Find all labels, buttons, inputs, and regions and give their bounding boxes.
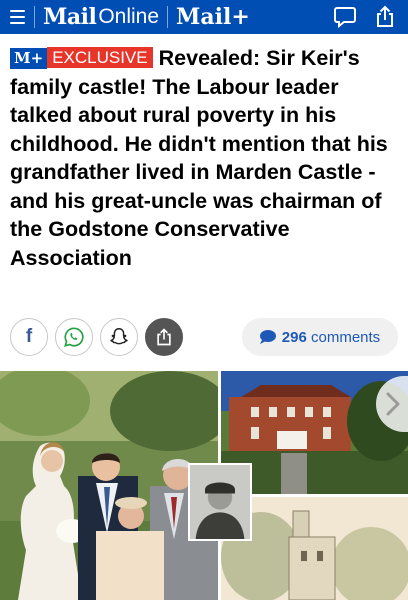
comments-count: 296: [281, 328, 307, 346]
whatsapp-icon: [64, 327, 84, 347]
comments-button[interactable]: 296 comments: [242, 318, 398, 356]
exclusive-badge: EXCLUSIVE: [47, 47, 153, 68]
mailonline-logo-mail[interactable]: Mail: [43, 4, 97, 30]
article-image-collage[interactable]: [0, 371, 408, 600]
share-icon[interactable]: [372, 4, 398, 30]
grandfather-portrait-inset[interactable]: [188, 463, 252, 541]
top-nav-bar: Mail Online Mail+: [0, 0, 408, 34]
comments-text: comments: [311, 328, 381, 346]
whatsapp-share-button[interactable]: [55, 318, 93, 356]
more-share-button[interactable]: [145, 318, 183, 356]
header-divider: [34, 6, 35, 28]
snapchat-share-button[interactable]: [100, 318, 138, 356]
share-buttons: f: [10, 318, 183, 356]
mailplus-badge: M+: [10, 48, 48, 69]
comment-bubble-icon: [259, 330, 276, 344]
article-headline: M+ EXCLUSIVE Revealed: Sir Keir's family c…: [10, 44, 402, 272]
family-wedding-photo[interactable]: [0, 371, 218, 600]
header-divider: [167, 6, 169, 28]
header-actions: [332, 0, 398, 34]
menu-icon[interactable]: [0, 0, 34, 34]
facebook-share-button[interactable]: f: [10, 318, 48, 356]
headline-text: Revealed: Sir Keir's family castle! The …: [10, 46, 388, 270]
chevron-right-icon: [386, 392, 400, 416]
comments-count-label: 296 comments: [282, 329, 380, 346]
mailonline-logo-online[interactable]: Online: [98, 5, 159, 29]
facebook-icon: f: [25, 326, 33, 347]
snapchat-icon: [110, 328, 128, 345]
share-upload-icon: [157, 328, 171, 346]
mailplus-logo[interactable]: Mail+: [176, 4, 250, 30]
chat-bubble-icon[interactable]: [332, 4, 358, 30]
